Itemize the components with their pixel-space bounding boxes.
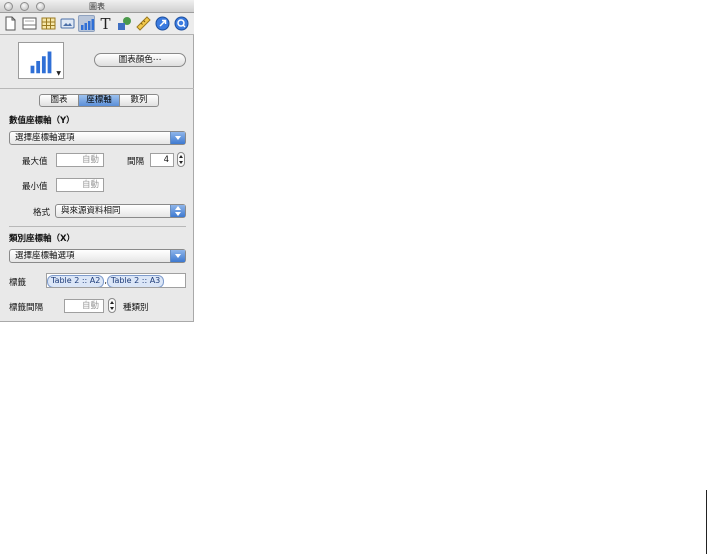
shapes-inspector-button[interactable] xyxy=(116,15,133,32)
layout-inspector-button[interactable] xyxy=(21,15,38,32)
divider xyxy=(0,88,194,89)
chevron-updown-icon xyxy=(170,205,185,217)
graphic-inspector-button[interactable] xyxy=(59,15,76,32)
title-bar: 圖表 xyxy=(0,0,194,13)
window-title: 圖表 xyxy=(89,2,105,11)
label-interval-field[interactable]: 自動 xyxy=(64,299,104,313)
max-value-field[interactable]: 自動 xyxy=(56,153,104,167)
tab-axis[interactable]: 座標軸 xyxy=(79,95,120,106)
value-axis-options-popup[interactable]: 選擇座標軸選項 xyxy=(9,131,186,145)
inspector-toolbar: T xyxy=(0,13,194,35)
category-axis-options-label: 選擇座標軸選項 xyxy=(15,251,75,261)
label-interval-label: 標籤間隔 xyxy=(9,303,44,313)
document-icon xyxy=(5,16,16,31)
chart-icon xyxy=(81,19,94,30)
chart-inspector-panel: 圖表 T ▼ 圖表顏色⋯ 圖表 座標軸 數列 數值座標軸（Y） 選擇座標軸選項 … xyxy=(0,0,194,322)
interval-stepper[interactable] xyxy=(177,152,185,167)
margin-line xyxy=(706,490,707,554)
metrics-inspector-button[interactable] xyxy=(135,15,152,32)
max-value-label: 最大值 xyxy=(22,157,48,167)
chart-inspector-button[interactable] xyxy=(78,15,95,32)
label-token[interactable]: Table 2 :: A3 xyxy=(106,275,165,287)
category-labels-field[interactable]: Table 2 :: A2, Table 2 :: A3 xyxy=(46,273,186,288)
link-icon xyxy=(155,16,170,31)
label-interval-suffix: 種類別 xyxy=(123,303,149,313)
min-value-field[interactable]: 自動 xyxy=(56,178,104,192)
chevron-down-icon: ▼ xyxy=(56,70,61,77)
labels-label: 標籤 xyxy=(9,278,27,288)
chevron-down-icon xyxy=(170,132,185,144)
image-icon xyxy=(60,18,75,29)
label-interval-stepper[interactable] xyxy=(108,298,116,313)
interval-label: 間隔 xyxy=(127,157,145,167)
chart-colors-button[interactable]: 圖表顏色⋯ xyxy=(94,53,186,67)
chart-type-picker[interactable]: ▼ xyxy=(18,42,64,79)
document-inspector-button[interactable] xyxy=(2,15,19,32)
label-token[interactable]: Table 2 :: A2 xyxy=(47,275,105,287)
inspector-tabs: 圖表 座標軸 數列 xyxy=(39,94,159,107)
quicktime-inspector-button[interactable] xyxy=(173,15,190,32)
format-label: 格式 xyxy=(33,208,51,218)
min-value-label: 最小值 xyxy=(22,182,48,192)
table-inspector-button[interactable] xyxy=(40,15,57,32)
shapes-icon xyxy=(118,17,131,30)
value-axis-heading: 數值座標軸（Y） xyxy=(9,116,75,126)
category-axis-options-popup[interactable]: 選擇座標軸選項 xyxy=(9,249,186,263)
ruler-icon xyxy=(136,16,151,31)
zoom-icon xyxy=(174,16,189,31)
svg-text:T: T xyxy=(100,15,110,32)
format-popup-value: 與來源資料相同 xyxy=(61,206,121,216)
divider xyxy=(9,226,186,227)
interval-field[interactable]: 4 xyxy=(150,153,174,167)
value-axis-options-label: 選擇座標軸選項 xyxy=(15,133,75,143)
layout-icon xyxy=(22,17,37,30)
text-icon: T xyxy=(100,15,110,32)
tab-series[interactable]: 數列 xyxy=(120,95,158,106)
hyperlink-inspector-button[interactable] xyxy=(154,15,171,32)
category-axis-heading: 類別座標軸（X） xyxy=(9,234,76,244)
text-inspector-button[interactable]: T xyxy=(97,15,114,32)
format-popup[interactable]: 與來源資料相同 xyxy=(55,204,186,218)
chevron-down-icon xyxy=(170,250,185,262)
tab-chart[interactable]: 圖表 xyxy=(40,95,79,106)
table-icon xyxy=(41,17,56,30)
